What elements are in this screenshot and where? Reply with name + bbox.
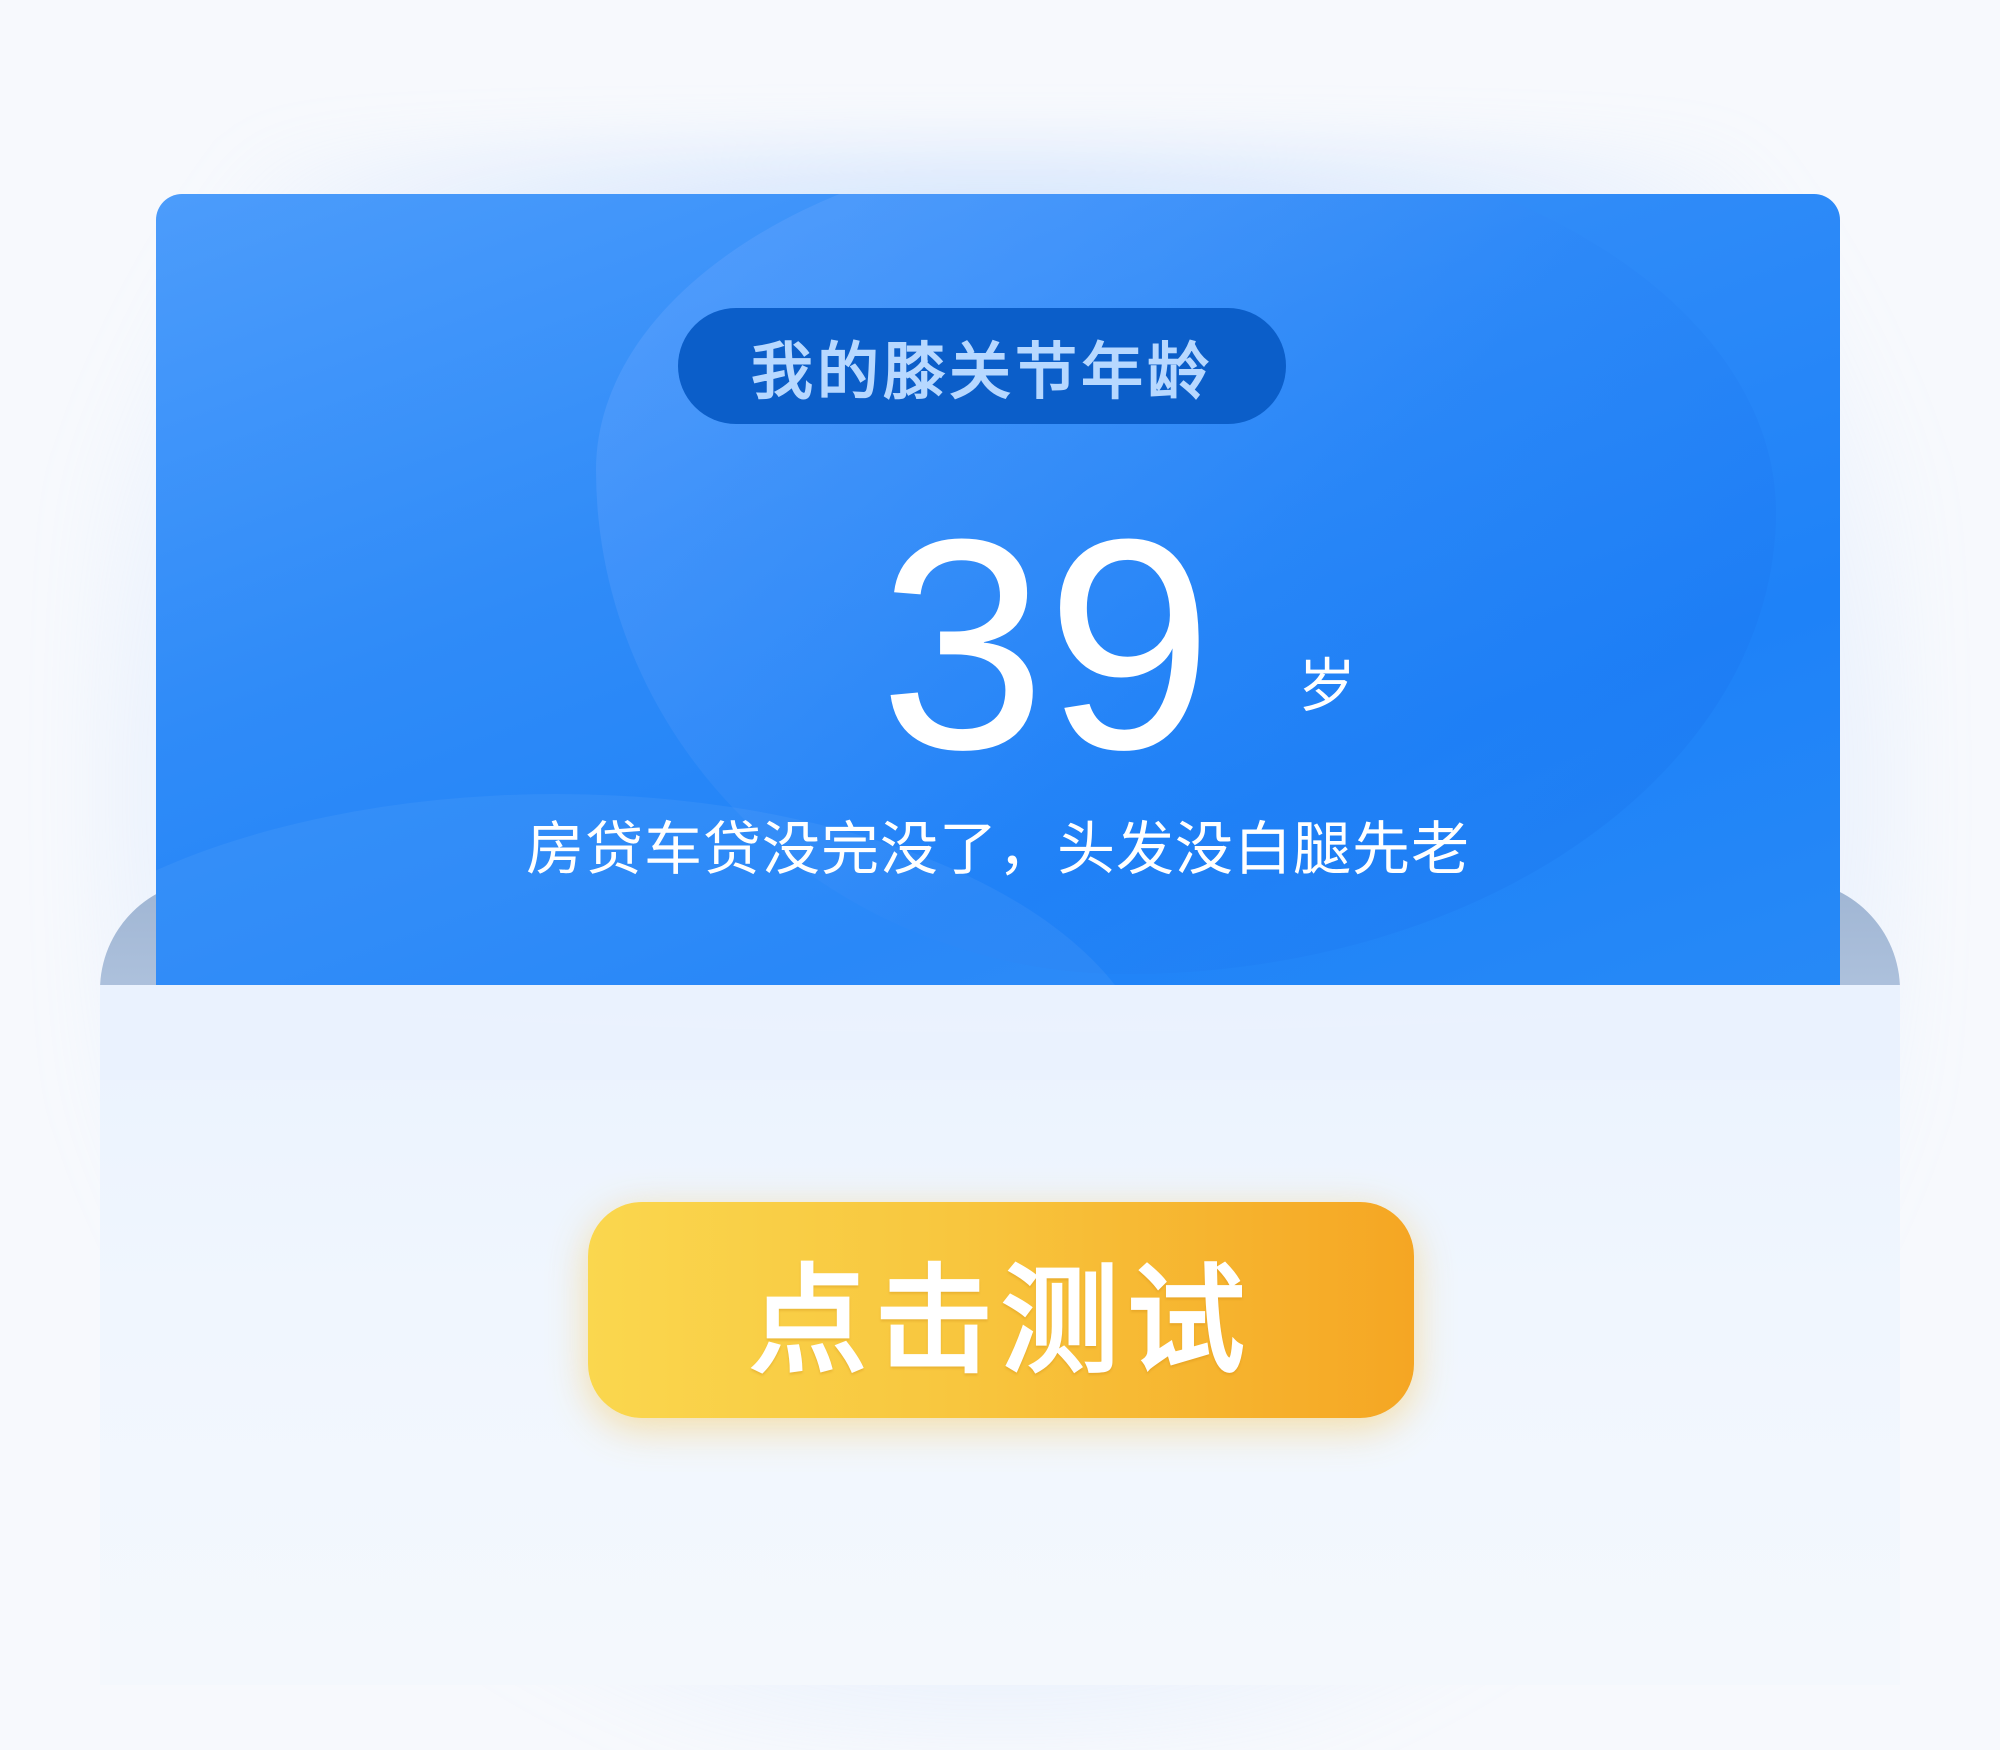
start-test-button[interactable]: 点击测试: [588, 1202, 1414, 1418]
result-title: 我的膝关节年龄: [750, 335, 1213, 408]
knee-age-value: 39: [879, 476, 1213, 812]
result-title-pill: 我的膝关节年龄: [678, 308, 1286, 424]
result-description: 房贷车贷没完没了，头发没白腿先老: [525, 815, 1470, 883]
age-unit-label: 岁: [1298, 652, 1357, 720]
start-test-label: 点击测试: [748, 1251, 1253, 1390]
envelope-curve: [100, 995, 1900, 1080]
